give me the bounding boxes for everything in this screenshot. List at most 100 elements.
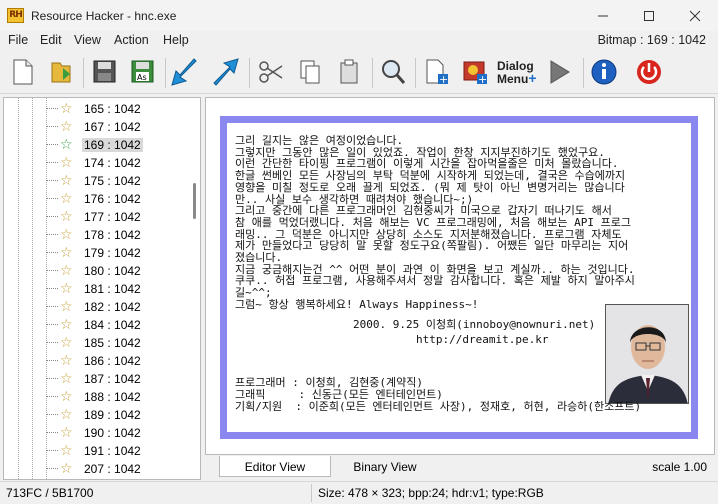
view-tabs: Editor View Binary View scale 1.00 <box>205 456 715 478</box>
app-icon: RH <box>7 8 24 23</box>
tree-item[interactable]: ☆ 182 : 1042 <box>4 298 184 316</box>
open-file-button[interactable] <box>44 55 78 89</box>
star-icon: ☆ <box>60 460 73 476</box>
tree-connector <box>46 378 58 379</box>
cut-button[interactable] <box>254 55 288 89</box>
tree-item[interactable]: ☆ 184 : 1042 <box>4 316 184 334</box>
tree-item[interactable]: ☆ 179 : 1042 <box>4 244 184 262</box>
tree-item[interactable]: ☆ 165 : 1042 <box>4 100 184 118</box>
tab-binary-view[interactable]: Binary View <box>345 456 425 477</box>
tree-item-label: 207 : 1042 <box>84 462 141 476</box>
star-icon: ☆ <box>60 190 73 206</box>
tree-item[interactable]: ☆ 167 : 1042 <box>4 118 184 136</box>
star-icon: ☆ <box>60 136 73 152</box>
about-button[interactable] <box>587 55 621 89</box>
tree-item[interactable]: ☆ 188 : 1042 <box>4 388 184 406</box>
star-icon: ☆ <box>60 100 73 116</box>
tree-item-label: 175 : 1042 <box>84 174 141 188</box>
magnifier-icon <box>382 60 406 84</box>
tree-item-label: 185 : 1042 <box>84 336 141 350</box>
tree-item[interactable]: ☆ 190 : 1042 <box>4 424 184 442</box>
menu-help[interactable]: Help <box>163 33 189 47</box>
tree-item[interactable]: ☆ 178 : 1042 <box>4 226 184 244</box>
menu-action[interactable]: Action <box>114 33 149 47</box>
compile-all-button[interactable] <box>208 55 242 89</box>
star-icon: ☆ <box>60 370 73 386</box>
save-as-button[interactable]: As <box>125 55 159 89</box>
tree-item[interactable]: ☆ 189 : 1042 <box>4 406 184 424</box>
tree-item-label: 188 : 1042 <box>84 390 141 404</box>
tree-item[interactable]: ☆ 186 : 1042 <box>4 352 184 370</box>
open-folder-icon <box>51 62 71 83</box>
star-icon: ☆ <box>60 352 73 368</box>
tree-item[interactable]: ☆ 181 : 1042 <box>4 280 184 298</box>
star-icon: ☆ <box>60 172 73 188</box>
tree-item[interactable]: ☆ 177 : 1042 <box>4 208 184 226</box>
add-image-button[interactable]: + <box>458 55 492 89</box>
tree-item-label: 179 : 1042 <box>84 246 141 260</box>
tree-connector <box>46 216 58 217</box>
find-button[interactable] <box>376 55 410 89</box>
toolbar: As + + Dialog Menu+ <box>0 52 718 94</box>
new-file-button[interactable] <box>5 55 39 89</box>
tree-connector <box>46 468 58 469</box>
menu-edit[interactable]: Edit <box>40 33 62 47</box>
info-icon <box>591 59 617 85</box>
tree-item[interactable]: ☆ 175 : 1042 <box>4 172 184 190</box>
status-image-info: Size: 478 × 323; bpp:24; hdr:v1; type:RG… <box>318 486 544 500</box>
tree-item-label: 181 : 1042 <box>84 282 141 296</box>
compile-button[interactable] <box>168 55 202 89</box>
paste-button[interactable] <box>332 55 366 89</box>
portrait-image <box>606 305 688 403</box>
tree-item-label: 176 : 1042 <box>84 192 141 206</box>
tree-item-label: 165 : 1042 <box>84 102 141 116</box>
menu-view[interactable]: View <box>74 33 101 47</box>
credits-line: 기획/지원 : 이준희(모든 엔터테인먼트 사장), 정재호, 허현, 라승하(… <box>235 400 642 413</box>
tree-item[interactable]: ☆ 169 : 1042 <box>4 136 184 154</box>
save-as-icon: As <box>131 60 154 83</box>
tree-scroll-thumb[interactable] <box>193 183 196 219</box>
tree-connector <box>46 414 58 415</box>
minimize-button[interactable] <box>580 0 626 31</box>
menu-file[interactable]: File <box>8 33 28 47</box>
menu-label: Menu+ <box>497 69 537 86</box>
tree-item-label: 178 : 1042 <box>84 228 141 242</box>
tree-item[interactable]: ☆ 191 : 1042 <box>4 442 184 460</box>
dialog-menu-button[interactable]: Dialog Menu+ <box>497 55 537 89</box>
star-icon: ☆ <box>60 118 73 134</box>
tree-item-label: 191 : 1042 <box>84 444 141 458</box>
author-photo <box>605 304 689 404</box>
tree-item[interactable]: ☆ 207 : 1042 <box>4 460 184 478</box>
minimize-icon <box>598 15 608 16</box>
tree-connector <box>46 342 58 343</box>
tab-editor-view[interactable]: Editor View <box>219 456 331 477</box>
tree-connector <box>46 306 58 307</box>
save-button[interactable] <box>87 55 121 89</box>
tree-item[interactable]: ☆ 176 : 1042 <box>4 190 184 208</box>
close-button[interactable] <box>672 0 718 31</box>
copy-button[interactable] <box>293 55 327 89</box>
tree-item-label: 182 : 1042 <box>84 300 141 314</box>
tree-scrollbar[interactable] <box>190 98 200 479</box>
exit-button[interactable] <box>632 55 666 89</box>
tree-item[interactable]: ☆ 174 : 1042 <box>4 154 184 172</box>
svg-text:+: + <box>478 73 487 86</box>
paste-icon <box>340 59 358 84</box>
tree-item-label: 184 : 1042 <box>84 318 141 332</box>
run-script-button[interactable] <box>542 55 576 89</box>
tree-connector <box>46 198 58 199</box>
new-file-icon <box>13 59 33 85</box>
tree-item[interactable]: ☆ 185 : 1042 <box>4 334 184 352</box>
tree-item-label: 174 : 1042 <box>84 156 141 170</box>
tree-item[interactable]: ☆ 187 : 1042 <box>4 370 184 388</box>
resource-tree[interactable]: ☆ 165 : 1042 ☆ 167 : 1042 ☆ 169 : 1042 ☆ 174 : … <box>3 97 201 480</box>
svg-text:+: + <box>439 73 448 86</box>
tree-connector <box>46 396 58 397</box>
add-resource-button[interactable]: + <box>419 55 453 89</box>
tree-connector <box>46 270 58 271</box>
tree-connector <box>46 450 58 451</box>
star-icon: ☆ <box>60 442 73 458</box>
tree-item[interactable]: ☆ 180 : 1042 <box>4 262 184 280</box>
add-image-icon: + <box>463 61 487 86</box>
maximize-button[interactable] <box>626 0 672 31</box>
